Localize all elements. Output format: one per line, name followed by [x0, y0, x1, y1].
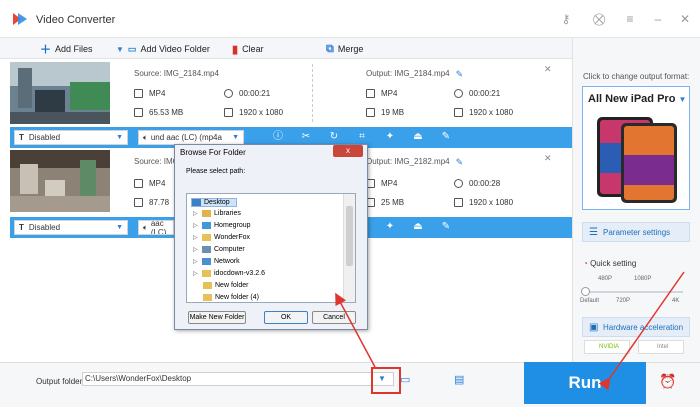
arrow-to-run: [598, 271, 685, 391]
arrow-to-dialog: [335, 292, 376, 368]
annotation-arrows: [335, 271, 685, 391]
